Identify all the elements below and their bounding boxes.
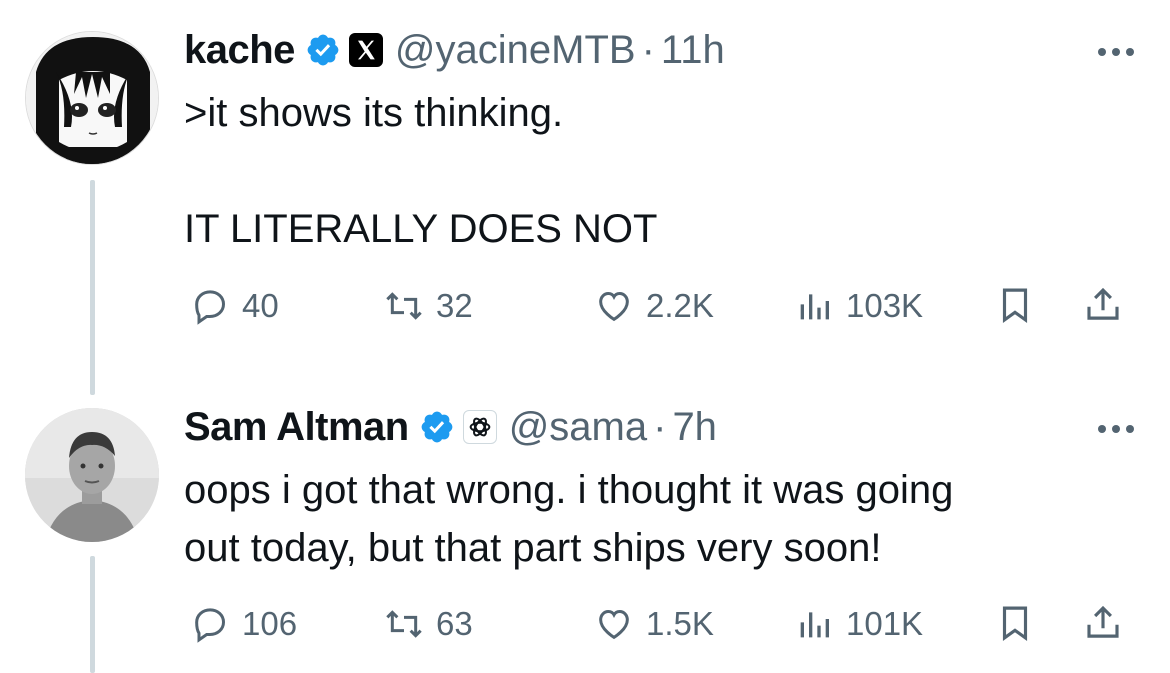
openai-logo-icon[interactable] <box>462 410 497 444</box>
verified-badge-icon[interactable] <box>419 409 455 445</box>
retweet-icon <box>386 610 422 638</box>
x-logo-icon[interactable] <box>348 33 383 67</box>
heart-icon <box>599 291 629 322</box>
thread-line <box>90 180 95 395</box>
like-button[interactable]: 1.5K <box>594 602 714 646</box>
more-options-icon[interactable] <box>1090 409 1142 449</box>
retweet-button[interactable]: 32 <box>384 284 473 328</box>
retweet-icon <box>386 292 422 320</box>
share-icon[interactable] <box>1082 602 1124 644</box>
view-count: 101K <box>846 605 924 642</box>
views-bar-chart-icon <box>800 612 829 638</box>
anime-avatar-image <box>26 32 158 164</box>
avatar[interactable] <box>25 408 159 542</box>
bookmark-icon[interactable] <box>994 602 1036 644</box>
retweet-button[interactable]: 63 <box>384 602 473 646</box>
reply-button[interactable]: 40 <box>190 284 279 328</box>
like-count: 1.5K <box>646 605 714 642</box>
profile-photo-image <box>25 408 159 542</box>
views-bar-chart-icon <box>800 294 829 320</box>
timestamp[interactable]: 11h <box>661 28 725 73</box>
separator: · <box>653 404 667 449</box>
views-button[interactable]: 101K <box>794 602 923 646</box>
like-button[interactable]: 2.2K <box>594 284 714 328</box>
more-options-icon[interactable] <box>1090 32 1142 72</box>
retweet-count: 63 <box>436 605 473 642</box>
verified-badge-icon[interactable] <box>305 32 341 68</box>
display-name[interactable]: kache <box>184 28 295 73</box>
heart-icon <box>599 609 629 640</box>
reply-count: 40 <box>242 287 279 324</box>
avatar[interactable] <box>25 31 159 165</box>
separator: · <box>641 27 655 72</box>
reply-icon <box>195 290 226 325</box>
tweet-header: kache @yacineMTB · 11h <box>184 28 1142 72</box>
tweet-text: oops i got that wrong. i thought it was … <box>184 468 954 570</box>
tweet[interactable]: Sam Altman @sama · 7h oops i got that wr… <box>184 405 1142 577</box>
handle[interactable]: @yacineMTB <box>395 28 636 73</box>
timestamp[interactable]: 7h <box>672 405 717 450</box>
share-icon[interactable] <box>1082 284 1124 326</box>
tweet-actions: 40 32 2.2K 103K <box>184 284 1142 328</box>
views-button[interactable]: 103K <box>794 284 923 328</box>
retweet-count: 32 <box>436 287 473 324</box>
reply-button[interactable]: 106 <box>190 602 297 646</box>
thread-line <box>90 556 95 673</box>
reply-count: 106 <box>242 605 298 642</box>
like-count: 2.2K <box>646 287 714 324</box>
bookmark-icon[interactable] <box>994 284 1036 326</box>
tweet-text: >it shows its thinking. IT LITERALLY DOE… <box>184 91 658 251</box>
tweet-header: Sam Altman @sama · 7h <box>184 405 1142 449</box>
display-name[interactable]: Sam Altman <box>184 405 409 450</box>
reply-icon <box>195 608 226 643</box>
handle[interactable]: @sama <box>509 405 647 450</box>
tweet-actions: 106 63 1.5K 101K <box>184 602 1142 646</box>
tweet[interactable]: kache @yacineMTB · 11h >it shows its thi… <box>184 28 1142 258</box>
view-count: 103K <box>846 287 924 324</box>
